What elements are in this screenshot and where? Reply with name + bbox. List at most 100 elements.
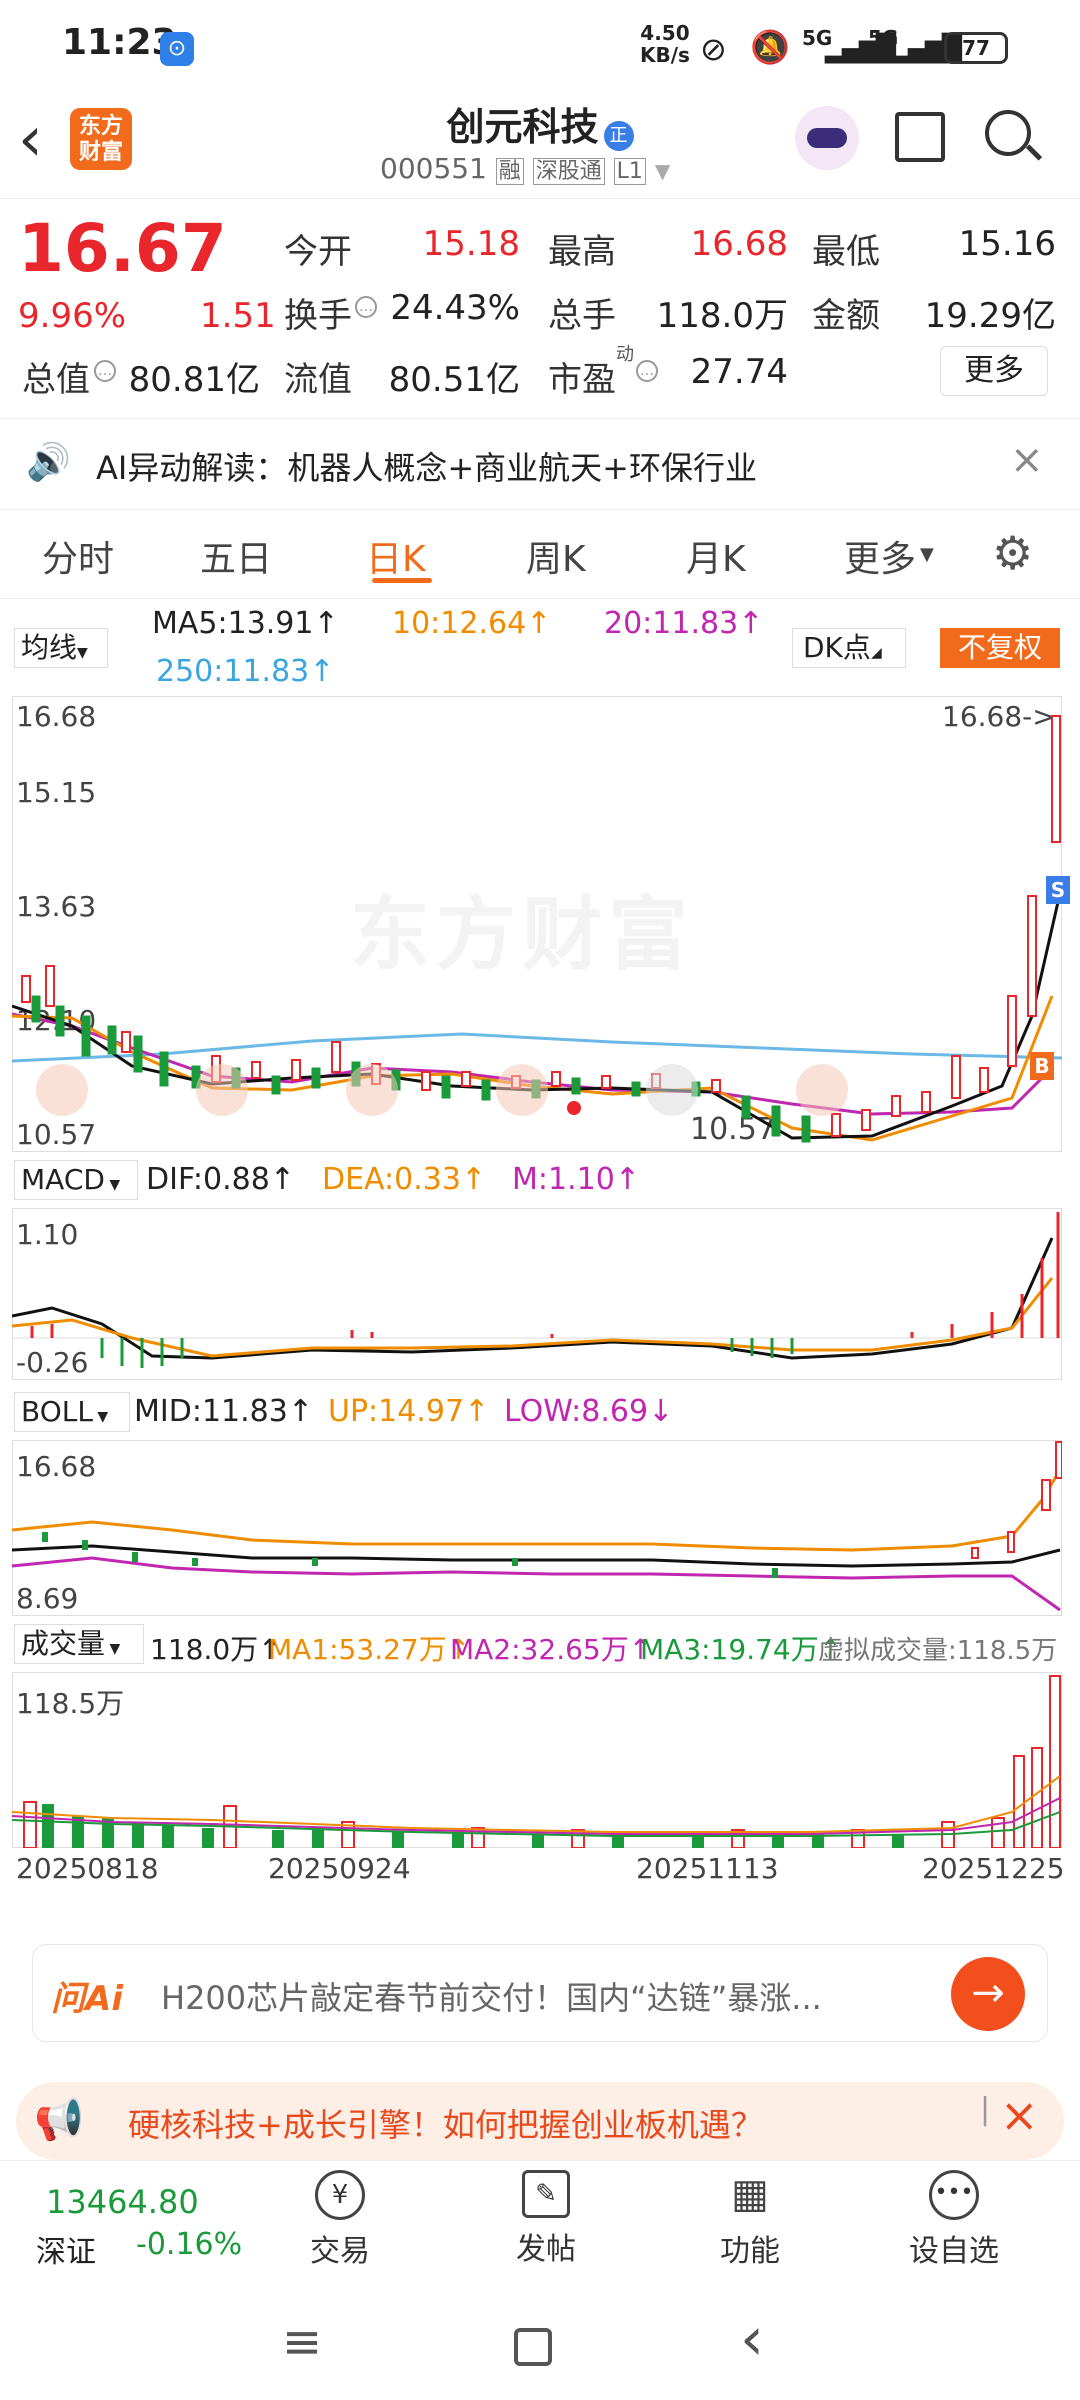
boll-low: LOW:8.69↓ <box>504 1394 674 1429</box>
tabs-divider <box>0 598 1080 599</box>
date-label-1: 20250818 <box>16 1852 159 1885</box>
promo-divider: | <box>980 2092 991 2127</box>
boll-mid: MID:11.83↑ <box>134 1394 313 1429</box>
app-logo[interactable]: 东方财富 <box>70 108 132 170</box>
gear-icon[interactable]: ⚙ <box>992 526 1033 580</box>
title-badge: 正 <box>603 120 634 151</box>
open-value: 15.18 <box>422 224 520 264</box>
more-button[interactable]: 更多 <box>940 346 1048 396</box>
volume-selector[interactable]: 成交量 ▼ <box>14 1624 144 1664</box>
tab-five-day[interactable]: 五日 <box>200 530 272 582</box>
search-icon[interactable] <box>985 110 1031 156</box>
turnover-value: 24.43% <box>390 288 520 328</box>
tab-monthly-k[interactable]: 月K <box>686 530 746 582</box>
net-speed-unit: KB/s <box>640 43 690 67</box>
macd-dea: DEA:0.33↑ <box>322 1162 487 1197</box>
stock-title-block[interactable]: 创元科技 正 <box>340 96 740 151</box>
tab-weekly-k[interactable]: 周K <box>526 530 586 582</box>
pe-label: 市盈 <box>548 360 616 400</box>
arrow-right-icon[interactable]: → <box>951 1957 1025 2031</box>
info-icon[interactable]: … <box>94 360 116 382</box>
stock-header: ‹ 东方财富 创元科技 正 000551 融 深股通 L1 ▼ <box>0 92 1080 200</box>
back-icon[interactable]: ‹ <box>740 2304 764 2374</box>
grid-icon: ▦ <box>731 2171 769 2217</box>
nav-trade[interactable]: ¥ 交易 <box>270 2170 410 2270</box>
robot-avatar-icon[interactable] <box>795 106 859 170</box>
home-icon[interactable] <box>514 2328 552 2366</box>
chart-nav-left-icon[interactable] <box>36 1064 88 1116</box>
stock-code: 000551 <box>380 152 487 185</box>
low-label: 最低 <box>812 232 880 272</box>
volume-label: 总手 <box>548 296 616 336</box>
tab-indicator <box>372 578 432 583</box>
share-icon[interactable] <box>895 112 945 162</box>
ma-selector[interactable]: 均线▼ <box>14 628 108 668</box>
kline-chart[interactable] <box>12 696 1062 1152</box>
nav-post[interactable]: ✎ 发帖 <box>476 2170 616 2268</box>
volume-value: 118.0万↑ <box>150 1633 282 1666</box>
date-label-3: 20251113 <box>636 1852 779 1885</box>
change-value: 1.51 <box>200 296 276 336</box>
boll-chart <box>12 1441 1062 1612</box>
buy-badge: B <box>1030 1052 1054 1080</box>
more-dots-icon: ••• <box>929 2170 979 2220</box>
promo-text: 硬核科技+成长引擎！如何把握创业板机遇？ <box>128 2106 763 2144</box>
adjust-selector[interactable]: 不复权 <box>940 628 1060 668</box>
ma-selector-label: 均线 <box>21 631 78 664</box>
zoom-out-icon[interactable] <box>196 1064 248 1116</box>
tag-rong: 融 <box>495 158 524 185</box>
chevron-down-icon[interactable]: ▼ <box>655 159 670 183</box>
last-price: 16.67 <box>18 210 227 287</box>
chart-prev-icon[interactable] <box>496 1064 548 1116</box>
volume-chart <box>12 1675 1061 1848</box>
dea-line <box>12 1277 1054 1358</box>
back-icon[interactable]: ‹ <box>18 102 43 175</box>
chart-next-icon[interactable] <box>646 1064 698 1116</box>
macd-dif: DIF:0.88↑ <box>146 1162 295 1197</box>
index-change: -0.16% <box>136 2227 243 2262</box>
menu-icon[interactable]: ≡ <box>282 2314 322 2370</box>
chart-end-icon[interactable] <box>796 1064 848 1116</box>
volume-ma3: MA3:19.74万↑ <box>640 1633 843 1666</box>
volume-bars-up <box>23 1675 1061 1848</box>
dk-point-selector[interactable]: DK点◢ <box>792 628 906 668</box>
dif-line <box>12 1237 1054 1360</box>
banner-text: AI异动解读：机器人概念+商业航天+环保行业 <box>96 449 757 487</box>
event-dot <box>567 1101 581 1115</box>
nav-post-label: 发帖 <box>516 2232 576 2267</box>
mktcap-value: 80.81亿 <box>128 360 260 400</box>
info-icon[interactable]: … <box>355 296 377 318</box>
tab-more[interactable]: 更多 <box>844 530 916 582</box>
system-nav-bar: ≡ ‹ <box>0 2290 1080 2400</box>
macd-selector[interactable]: MACD ▼ <box>14 1160 138 1200</box>
float-value: 80.51亿 <box>388 360 520 400</box>
info-icon[interactable]: … <box>636 360 658 382</box>
nav-functions[interactable]: ▦ 功能 <box>680 2170 820 2270</box>
macd-selector-label: MACD <box>21 1163 105 1196</box>
ma20-value: 20:11.83↑ <box>604 606 764 641</box>
tab-intraday[interactable]: 分时 <box>42 530 114 582</box>
stock-name: 创元科技 <box>446 105 599 149</box>
macd-m: M:1.10↑ <box>512 1162 640 1197</box>
tab-daily-k[interactable]: 日K <box>366 530 426 582</box>
close-icon[interactable]: × <box>1010 437 1044 483</box>
search-icon-handle <box>1025 144 1043 161</box>
close-icon[interactable]: × <box>1000 2088 1039 2142</box>
virtual-volume: 虚拟成交量:118.5万 <box>818 1636 1058 1666</box>
boll-selector[interactable]: BOLL ▼ <box>14 1392 130 1432</box>
nav-watchlist[interactable]: ••• 设自选 <box>884 2170 1024 2270</box>
boll-candles-down <box>42 1532 778 1578</box>
mute-icon: 🔕 <box>750 28 790 66</box>
amount-label: 金额 <box>812 296 880 336</box>
status-bar: 11:23 ⊙ 4.50 KB/s ⊘ 🔕 5G ▂▄▆█ 5G ▂▄▆█ 77 <box>0 0 1080 92</box>
promo-banner[interactable]: 📢 硬核科技+成长引擎！如何把握创业板机遇？ | × <box>16 2082 1064 2160</box>
stock-code-row: 000551 融 深股通 L1 ▼ <box>380 152 670 185</box>
zoom-in-icon[interactable] <box>346 1064 398 1116</box>
speaker-icon: 🔊 <box>26 442 71 483</box>
high-value: 16.68 <box>690 224 788 264</box>
dk-label: DK点 <box>803 631 871 664</box>
ai-interpretation-banner[interactable]: 🔊 AI异动解读：机器人概念+商业航天+环保行业 × <box>0 418 1080 510</box>
volume-selector-label: 成交量 <box>21 1627 106 1660</box>
open-label: 今开 <box>284 232 352 272</box>
ask-ai-bar[interactable]: 问Ai H200芯片敲定春节前交付！国内“达链”暴涨... → <box>32 1944 1048 2042</box>
